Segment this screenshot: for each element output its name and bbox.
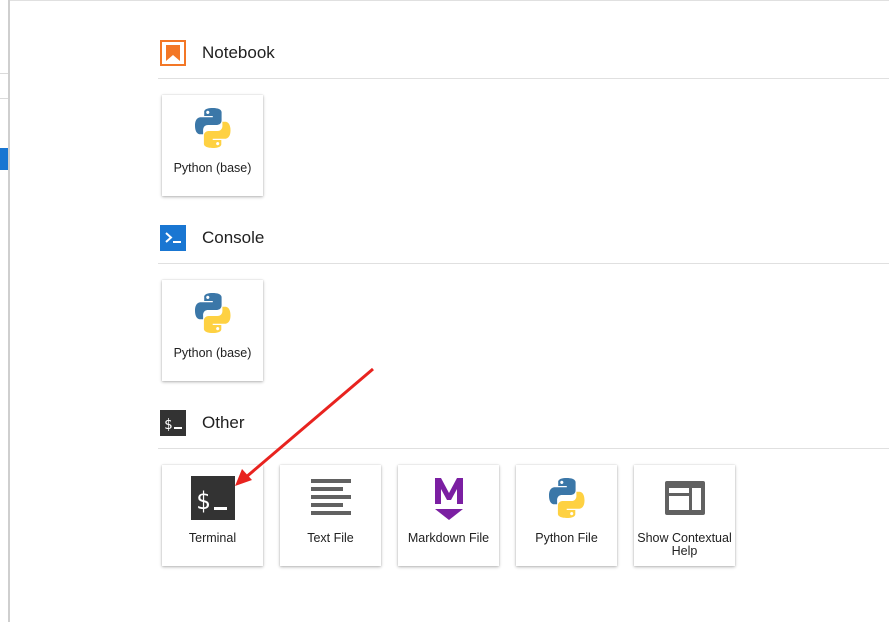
launcher-card-notebook-python[interactable]: Python (base) <box>162 95 263 196</box>
launcher-card-contextual-help[interactable]: Show Contextual Help <box>634 465 735 566</box>
contextual-help-icon <box>662 475 708 521</box>
top-divider <box>10 0 889 1</box>
section-title-console: Console <box>202 228 265 247</box>
notebook-bookmark-icon <box>160 40 186 66</box>
python-logo-icon <box>544 475 590 521</box>
svg-text:$: $ <box>164 417 172 433</box>
section-title-other: Other <box>202 413 245 432</box>
card-label: Python (base) <box>173 346 252 360</box>
launcher-card-markdown-file[interactable]: Markdown File <box>398 465 499 566</box>
svg-text:$: $ <box>196 487 210 515</box>
sidebar-border <box>8 0 10 622</box>
sidebar-active-indicator <box>0 148 8 170</box>
section-header-other: $ Other <box>158 408 889 449</box>
launcher-card-python-file[interactable]: Python File <box>516 465 617 566</box>
terminal-dollar-icon: $ <box>160 410 186 436</box>
markdown-icon <box>426 475 472 521</box>
section-header-console: Console <box>158 223 889 264</box>
sidebar-divider <box>0 73 8 74</box>
launcher-card-terminal[interactable]: $ Terminal <box>162 465 263 566</box>
card-label: Python File <box>535 531 598 545</box>
sidebar-divider <box>0 98 8 99</box>
card-label: Text File <box>307 531 354 545</box>
console-prompt-icon <box>160 225 186 251</box>
card-label: Markdown File <box>407 531 490 545</box>
section-title-notebook: Notebook <box>202 43 275 62</box>
left-sidebar-edge <box>0 0 10 622</box>
terminal-icon: $ <box>190 475 236 521</box>
text-file-icon <box>308 475 354 521</box>
card-label: Show Contextual Help <box>637 531 732 558</box>
card-label: Terminal <box>188 531 237 545</box>
section-header-notebook: Notebook <box>158 38 889 79</box>
python-logo-icon <box>190 105 236 151</box>
card-label: Python (base) <box>173 161 252 175</box>
launcher-card-text-file[interactable]: Text File <box>280 465 381 566</box>
python-logo-icon <box>190 290 236 336</box>
launcher-card-console-python[interactable]: Python (base) <box>162 280 263 381</box>
